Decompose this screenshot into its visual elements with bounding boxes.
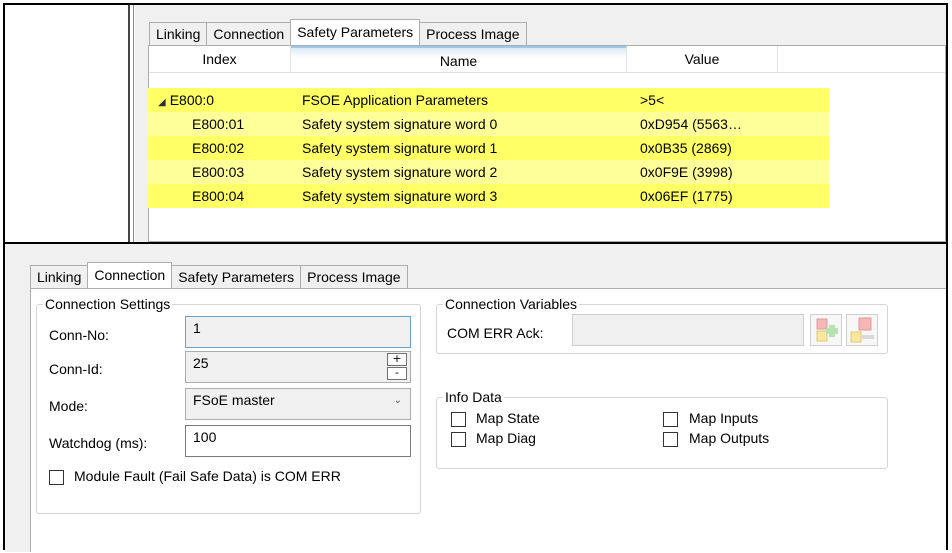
row-index: E800:01 — [192, 116, 245, 132]
table-row[interactable]: E800:01 Safety system signature word 0 0… — [148, 112, 829, 136]
row-name: Safety system signature word 2 — [302, 164, 498, 180]
row-name: FSOE Application Parameters — [302, 92, 488, 108]
table-row[interactable]: E800:02 Safety system signature word 1 0… — [148, 136, 829, 160]
column-header-filler — [778, 46, 945, 72]
map-state-checkbox[interactable] — [451, 412, 466, 427]
connection-settings-title: Connection Settings — [43, 296, 173, 312]
info-data-title: Info Data — [443, 389, 504, 405]
map-outputs-checkbox[interactable] — [663, 432, 678, 447]
map-outputs-label: Map Outputs — [689, 430, 770, 446]
left-splitter — [128, 5, 134, 242]
info-data-group: Info Data Map State Map Diag Map Inputs … — [436, 389, 888, 469]
bottom-panel: Linking Connection Safety Parameters Pro… — [5, 244, 946, 552]
top-panel: Linking Connection Safety Parameters Pro… — [135, 5, 946, 242]
watchdog-label: Watchdog (ms): — [49, 435, 148, 451]
screenshot-frame: Linking Connection Safety Parameters Pro… — [3, 3, 948, 552]
grid-rows: ◢ E800:0 FSOE Application Parameters >5< … — [148, 88, 829, 208]
connection-tab-content: Connection Settings Conn-No: 1 Conn-Id: … — [30, 288, 946, 552]
com-err-ack-field[interactable] — [572, 314, 804, 346]
row-name: Safety system signature word 0 — [302, 116, 498, 132]
top-tab-strip: Linking Connection Safety Parameters Pro… — [149, 19, 527, 45]
link-variable-button[interactable] — [810, 314, 842, 346]
column-header-index[interactable]: Index — [149, 46, 291, 72]
tab-linking[interactable]: Linking — [149, 22, 208, 45]
connection-variables-group: Connection Variables COM ERR Ack: — [436, 296, 888, 354]
grid-header: Index Name Value — [149, 46, 945, 73]
conn-no-field[interactable]: 1 — [185, 316, 411, 348]
tab-process-image[interactable]: Process Image — [300, 265, 408, 288]
conn-no-label: Conn-No: — [49, 327, 109, 343]
unlink-variable-button[interactable] — [846, 314, 878, 346]
row-name: Safety system signature word 3 — [302, 188, 498, 204]
unlink-variable-icon — [850, 317, 874, 343]
tab-connection[interactable]: Connection — [87, 262, 173, 288]
spin-up-button[interactable]: + — [387, 353, 407, 366]
conn-id-value: 25 — [193, 355, 209, 371]
row-index: E800:02 — [192, 140, 245, 156]
chevron-down-icon: ⌄ — [393, 395, 402, 406]
row-value: 0x06EF (1775) — [640, 188, 733, 204]
connection-settings-group: Connection Settings Conn-No: 1 Conn-Id: … — [36, 296, 421, 514]
mode-label: Mode: — [49, 398, 88, 414]
map-diag-label: Map Diag — [476, 430, 536, 446]
spin-down-button[interactable]: - — [387, 367, 407, 380]
tab-safety-parameters[interactable]: Safety Parameters — [290, 19, 421, 45]
row-value: >5< — [640, 92, 665, 108]
link-variable-icon — [816, 318, 838, 342]
row-value: 0x0B35 (2869) — [640, 140, 732, 156]
map-inputs-checkbox[interactable] — [663, 412, 678, 427]
column-header-value[interactable]: Value — [627, 46, 778, 72]
conn-id-label: Conn-Id: — [49, 361, 103, 377]
tab-linking[interactable]: Linking — [30, 265, 89, 288]
table-row[interactable]: ◢ E800:0 FSOE Application Parameters >5< — [148, 88, 829, 112]
tab-safety-parameters[interactable]: Safety Parameters — [171, 265, 302, 288]
connection-variables-title: Connection Variables — [443, 296, 580, 312]
row-index: E800:03 — [192, 164, 245, 180]
com-err-ack-label: COM ERR Ack: — [447, 325, 544, 341]
row-name: Safety system signature word 1 — [302, 140, 498, 156]
row-index: E800:04 — [192, 188, 245, 204]
tab-connection[interactable]: Connection — [206, 22, 292, 45]
map-state-label: Map State — [476, 410, 540, 426]
table-row[interactable]: E800:03 Safety system signature word 2 0… — [148, 160, 829, 184]
module-fault-label: Module Fault (Fail Safe Data) is COM ERR — [74, 468, 341, 484]
mode-value: FSoE master — [193, 392, 275, 408]
mode-combobox[interactable]: FSoE master ⌄ — [185, 388, 411, 420]
map-inputs-label: Map Inputs — [689, 410, 759, 426]
conn-id-field[interactable]: 25 + - — [185, 351, 411, 383]
map-diag-checkbox[interactable] — [451, 432, 466, 447]
column-header-name[interactable]: Name — [291, 46, 627, 72]
row-index: E800:0 — [169, 92, 215, 108]
row-value: 0x0F9E (3998) — [640, 164, 733, 180]
conn-id-spinner: + - — [387, 353, 407, 381]
module-fault-checkbox[interactable] — [49, 470, 64, 485]
tab-process-image[interactable]: Process Image — [419, 22, 527, 45]
bottom-tab-strip: Linking Connection Safety Parameters Pro… — [30, 262, 408, 288]
table-row[interactable]: E800:04 Safety system signature word 3 0… — [148, 184, 829, 208]
row-value: 0xD954 (5563… — [640, 116, 742, 132]
watchdog-field[interactable]: 100 — [185, 425, 411, 457]
